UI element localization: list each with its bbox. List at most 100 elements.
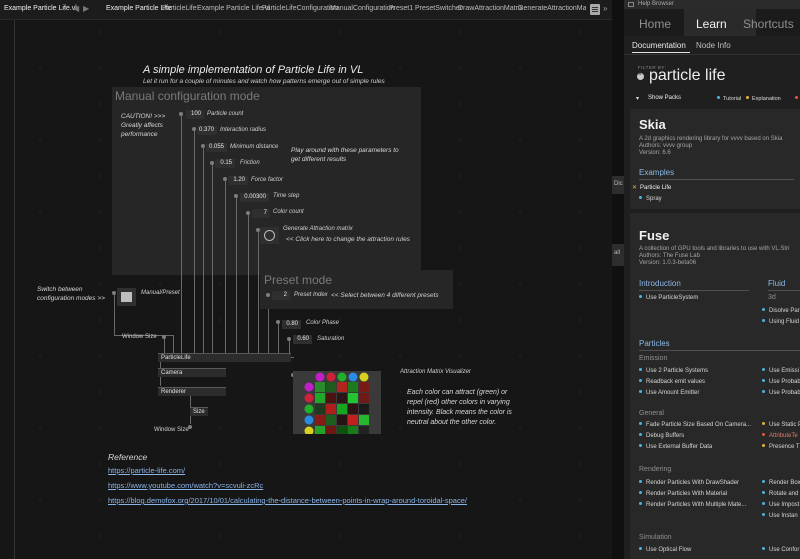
tab-home[interactable]: Home	[639, 17, 671, 31]
caution-line-2: Greatly affects	[121, 122, 163, 129]
grid-dot	[99, 499, 101, 501]
grid-dot	[459, 283, 461, 285]
fluid-item-1[interactable]: Disolve Par	[762, 308, 800, 314]
doc-list-item[interactable]: Render Particles With Multiple Mate...	[639, 502, 746, 508]
tab-generate-attraction-matrix[interactable]: GenerateAttractionMatrix	[518, 5, 586, 12]
doc-list-item[interactable]: Use Instan	[762, 513, 798, 519]
doc-list-item[interactable]: Use Emissi	[762, 368, 799, 374]
time-step-input[interactable]: 0.00300	[240, 193, 269, 202]
doc-list-item[interactable]: Use Amount Emitter	[639, 390, 699, 396]
back-icon[interactable]: ◀	[73, 4, 79, 13]
doc-list-item[interactable]: Use Optical Flow	[639, 547, 691, 553]
param-pin[interactable]	[179, 112, 183, 116]
doc-list-item[interactable]: Use 2 Particle Systems	[639, 368, 708, 374]
doc-list-item-label: Use Probab	[769, 379, 800, 385]
color-phase-input[interactable]: 0.80	[282, 320, 301, 329]
chevron-down-icon[interactable]: ▾	[636, 95, 639, 102]
doc-list-item[interactable]: Use Static P	[762, 422, 800, 428]
dropdown-icon[interactable]: ▾	[63, 4, 67, 13]
param-pin[interactable]	[210, 161, 214, 165]
doc-list-item[interactable]: Use Confor	[762, 547, 799, 553]
clear-search-icon[interactable]	[637, 71, 644, 80]
param-pin[interactable]	[234, 194, 238, 198]
example-particle-life[interactable]: ✕ Particle Life	[632, 184, 671, 191]
menu-icon[interactable]	[590, 4, 600, 15]
param-pin[interactable]	[201, 144, 205, 148]
reference-link-1[interactable]: https://particle-life.com/	[108, 466, 185, 475]
doc-list-item[interactable]: Use Probab	[762, 379, 800, 385]
doc-list-item[interactable]: Fade Particle Size Based On Camera...	[639, 422, 751, 428]
tab-example-particle-life-vl[interactable]: Example Particle Life.vl	[197, 5, 270, 12]
tab-particlelife-configuration[interactable]: ParticleLifeConfiguration	[262, 5, 338, 12]
force-factor-input[interactable]: 1.20	[228, 176, 248, 185]
param-pin[interactable]	[223, 177, 227, 181]
size-node[interactable]: Size	[190, 407, 208, 416]
example-spray-label: Spray	[646, 196, 662, 202]
bullet-icon	[762, 480, 765, 483]
saturation-input[interactable]: 0.60	[293, 335, 312, 344]
use-particlesystem[interactable]: Use ParticleSystem	[639, 295, 698, 301]
wire	[190, 396, 191, 407]
subtab-documentation[interactable]: Documentation	[632, 41, 686, 50]
param-pin[interactable]	[276, 320, 280, 324]
doc-list-item-label: Render Particles With DrawShader	[646, 480, 740, 486]
reference-link-3[interactable]: https://blog.demofox.org/2017/10/01/calc…	[108, 496, 467, 505]
tab-preset1[interactable]: Preset1	[389, 5, 413, 12]
particlelife-node[interactable]: ParticleLife	[158, 353, 291, 362]
tutorial-bullet-icon	[762, 319, 765, 322]
divider	[624, 54, 800, 55]
preset-index-input[interactable]: 2	[272, 291, 290, 300]
param-pin[interactable]	[192, 127, 196, 131]
matrix-row-color	[304, 393, 314, 403]
tab-draw-attraction-matrix[interactable]: DrawAttractionMatrix	[458, 5, 523, 12]
forward-icon[interactable]: ▶	[83, 4, 89, 13]
minimum-distance-input[interactable]: 0.055	[206, 143, 227, 152]
fuse-desc: A collection of GPU tools and libraries …	[639, 246, 790, 252]
camera-node[interactable]: Camera	[158, 368, 226, 377]
example-spray[interactable]: Spray	[639, 196, 662, 202]
matrix-column-color	[337, 372, 347, 382]
grid-dot	[39, 31, 41, 33]
renderer-node[interactable]: Renderer	[158, 387, 226, 396]
generate-matrix-button[interactable]	[260, 227, 279, 244]
doc-list-item[interactable]: Render Particles With DrawShader	[639, 480, 739, 486]
tab-shortcuts[interactable]: Shortcuts	[743, 17, 794, 31]
doc-list-item[interactable]: AttributeTe	[762, 433, 798, 439]
grid-dot	[579, 283, 581, 285]
show-packs-toggle[interactable]: Show Packs	[648, 95, 681, 101]
subtab-underline	[632, 52, 690, 53]
doc-list-item[interactable]: Use Probab	[762, 390, 800, 396]
color-count-input[interactable]: 7	[252, 209, 270, 218]
grid-dot	[219, 31, 221, 33]
particle-count-input[interactable]: 100	[186, 110, 204, 119]
subtab-node-info[interactable]: Node Info	[696, 41, 731, 50]
doc-list-item[interactable]: Readback emit values	[639, 379, 705, 385]
tab-preset-switcher[interactable]: PresetSwitcher	[415, 5, 462, 12]
patch-canvas[interactable]: A simple implementation of Particle Life…	[0, 20, 612, 559]
param-pin[interactable]	[287, 337, 291, 341]
interaction-radius-input[interactable]: 0.370	[197, 126, 217, 135]
doc-list-item[interactable]: Use Impost	[762, 502, 799, 508]
grid-dot	[579, 247, 581, 249]
friction-input[interactable]: 0.15	[215, 159, 235, 168]
doc-list-item[interactable]: Render Box	[762, 480, 800, 486]
param-pin[interactable]	[266, 293, 270, 297]
grid-dot	[39, 319, 41, 321]
tab-learn[interactable]: Learn	[696, 17, 727, 31]
doc-list-item[interactable]: Render Particles With Material	[639, 491, 727, 497]
manual-preset-toggle[interactable]	[117, 288, 136, 306]
fluid-item-2[interactable]: Using Fluid	[762, 319, 799, 325]
more-tabs-icon[interactable]: »	[603, 4, 607, 13]
grid-dot	[39, 355, 41, 357]
doc-list-item[interactable]: Use External Buffer Data	[639, 444, 712, 450]
doc-list-item[interactable]: Presence T	[762, 444, 800, 450]
tab-particlelife[interactable]: ParticleLife	[162, 5, 197, 12]
grid-dot	[99, 211, 101, 213]
tab-manual-configuration[interactable]: ManualConfiguration	[330, 5, 395, 12]
param-pin[interactable]	[246, 211, 250, 215]
doc-list-item[interactable]: Debug Buffers	[639, 433, 684, 439]
reference-link-2[interactable]: https://www.youtube.com/watch?v=scvuli-z…	[108, 481, 263, 490]
doc-list-item[interactable]: Rotate and	[762, 491, 798, 497]
search-input[interactable]: particle life	[649, 67, 725, 85]
panel-splitter[interactable]	[612, 0, 624, 559]
